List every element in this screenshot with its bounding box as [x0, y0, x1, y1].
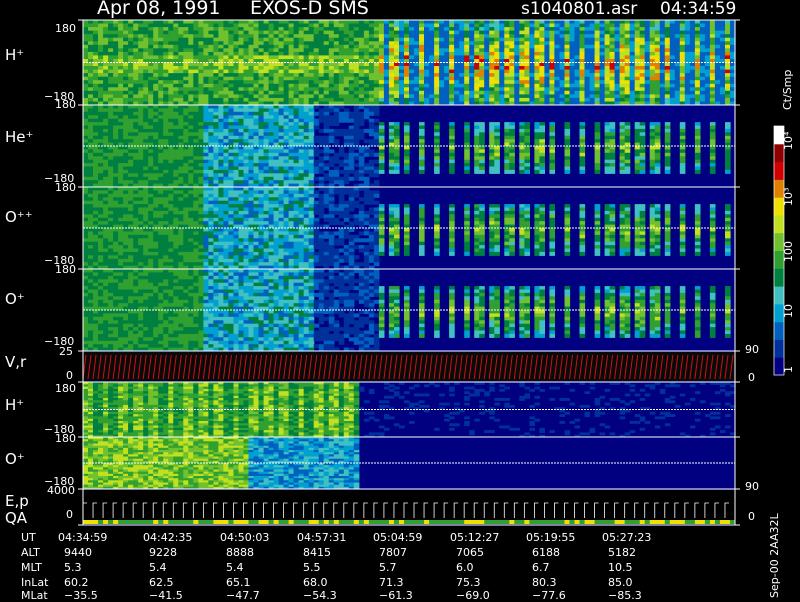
- right-tick-ep-bottom: 0: [748, 510, 755, 523]
- panel-8: [78, 489, 740, 525]
- footer-value-ut: 04:42:35: [143, 531, 192, 544]
- panel-label-ep: E,p: [5, 492, 29, 510]
- colorbar-swatch: [774, 339, 784, 357]
- panel-label-he-plus: He⁺: [5, 128, 33, 146]
- footer-value-mlat: −47.7: [226, 589, 260, 602]
- footer-value-mlt: 6.0: [456, 561, 474, 574]
- footer-value-inlat: 60.2: [64, 576, 89, 589]
- panel-4: [78, 269, 740, 352]
- colorbar-swatch: [774, 268, 784, 286]
- header-file: s1040801.asr: [521, 0, 637, 19]
- footer-value-mlt: 5.3: [64, 561, 82, 574]
- colorbar-tick-1: 1: [782, 366, 795, 373]
- footer-value-mlt: 6.7: [532, 561, 550, 574]
- y-tick-top-2: 180: [55, 98, 76, 111]
- footer-value-ut: 05:12:27: [450, 531, 499, 544]
- right-tick-o-bottom: 90: [745, 480, 759, 493]
- colorbar-swatch: [774, 322, 784, 340]
- panel-2: [78, 105, 740, 188]
- footer-value-mlat: −85.3: [608, 589, 642, 602]
- footer-value-alt: 9228: [149, 546, 177, 559]
- y-tick-top-5: 25: [59, 345, 73, 358]
- footer-value-mlt: 5.4: [149, 561, 167, 574]
- colorbar-unit: Ct/Smp: [781, 70, 794, 110]
- footer-value-inlat: 68.0: [303, 576, 328, 589]
- footer-value-alt: 5182: [608, 546, 636, 559]
- footer-value-inlat: 65.1: [226, 576, 251, 589]
- panel-label-vr: V,r: [5, 353, 26, 371]
- panel-label-o-plus-plus: O⁺⁺: [5, 208, 33, 226]
- footer-value-alt: 7065: [456, 546, 484, 559]
- y-tick-bottom-8: 0: [66, 508, 73, 521]
- footer-value-ut: 04:57:31: [297, 531, 346, 544]
- panel-3: [78, 187, 740, 270]
- footer-value-ut: 05:27:23: [602, 531, 651, 544]
- panel-label-h-plus: H⁺: [5, 46, 24, 64]
- footer-value-ut: 05:19:55: [526, 531, 575, 544]
- footer-value-mlt: 5.7: [379, 561, 397, 574]
- y-tick-top-6: 180: [55, 382, 76, 395]
- panel-1: [78, 20, 740, 106]
- footer-value-alt: 6188: [532, 546, 560, 559]
- footer-value-inlat: 75.3: [456, 576, 481, 589]
- footer-label-ut: UT: [21, 531, 36, 544]
- colorbar-tick-10000: 10⁴: [782, 132, 795, 150]
- y-tick-top-4: 180: [55, 263, 76, 276]
- panel-label-o-plus: O⁺: [5, 290, 25, 308]
- panel-5: [78, 351, 740, 382]
- footer-value-ut: 04:34:59: [58, 531, 107, 544]
- footer-value-mlat: −35.5: [64, 589, 98, 602]
- colorbar-swatch: [774, 162, 784, 180]
- right-tick-vr-bottom: 0: [748, 371, 755, 384]
- side-note: Sep-00 2AA32L: [768, 513, 781, 598]
- colorbar-swatch: [774, 286, 784, 304]
- header-date: Apr 08, 1991: [97, 0, 221, 19]
- footer-label-alt: ALT: [21, 546, 40, 559]
- y-tick-top-3: 180: [55, 181, 76, 194]
- y-tick-bottom-5: 0: [66, 369, 73, 382]
- colorbar-tick-1000: 10³: [782, 188, 795, 206]
- colorbar-swatch: [774, 215, 784, 233]
- footer-value-alt: 9440: [64, 546, 92, 559]
- colorbar-tick-10: 10: [782, 304, 795, 318]
- footer-value-ut: 04:50:03: [220, 531, 269, 544]
- footer-label-mlt: MLT: [21, 561, 42, 574]
- footer-value-mlat: −69.0: [456, 589, 490, 602]
- footer-label-inlat: InLat: [21, 576, 48, 589]
- footer-value-alt: 7807: [379, 546, 407, 559]
- panel-6: [78, 382, 740, 438]
- colorbar-tick-100: 100: [782, 241, 795, 262]
- panel-7: [78, 437, 740, 490]
- footer-value-mlat: −61.3: [379, 589, 413, 602]
- plot-canvas: [0, 0, 800, 600]
- footer-value-mlat: −54.3: [303, 589, 337, 602]
- footer-value-mlt: 5.5: [303, 561, 321, 574]
- footer-value-mlt: 10.5: [608, 561, 633, 574]
- y-tick-top-7: 180: [55, 432, 76, 445]
- footer-value-inlat: 85.0: [608, 576, 633, 589]
- y-tick-top-8: 4000: [47, 484, 75, 497]
- footer-label-mlat: MLat: [21, 589, 48, 602]
- footer-value-mlt: 5.4: [226, 561, 244, 574]
- footer-value-ut: 05:04:59: [373, 531, 422, 544]
- footer-value-mlat: −77.6: [532, 589, 566, 602]
- footer-value-alt: 8415: [303, 546, 331, 559]
- panel-label-h-plus-2: H⁺: [5, 396, 24, 414]
- panel-label-o-plus-2: O⁺: [5, 450, 25, 468]
- footer-value-mlat: −41.5: [149, 589, 183, 602]
- header-time: 04:34:59: [660, 0, 736, 19]
- footer-value-inlat: 62.5: [149, 576, 174, 589]
- footer-value-alt: 8888: [226, 546, 254, 559]
- y-tick-top-1: 180: [55, 22, 76, 35]
- footer-value-inlat: 71.3: [379, 576, 404, 589]
- panel-label-qa: QA: [5, 509, 27, 527]
- header-instrument: EXOS-D SMS: [250, 0, 369, 19]
- footer-value-inlat: 80.3: [532, 576, 557, 589]
- right-tick-vr-top: 90: [745, 343, 759, 356]
